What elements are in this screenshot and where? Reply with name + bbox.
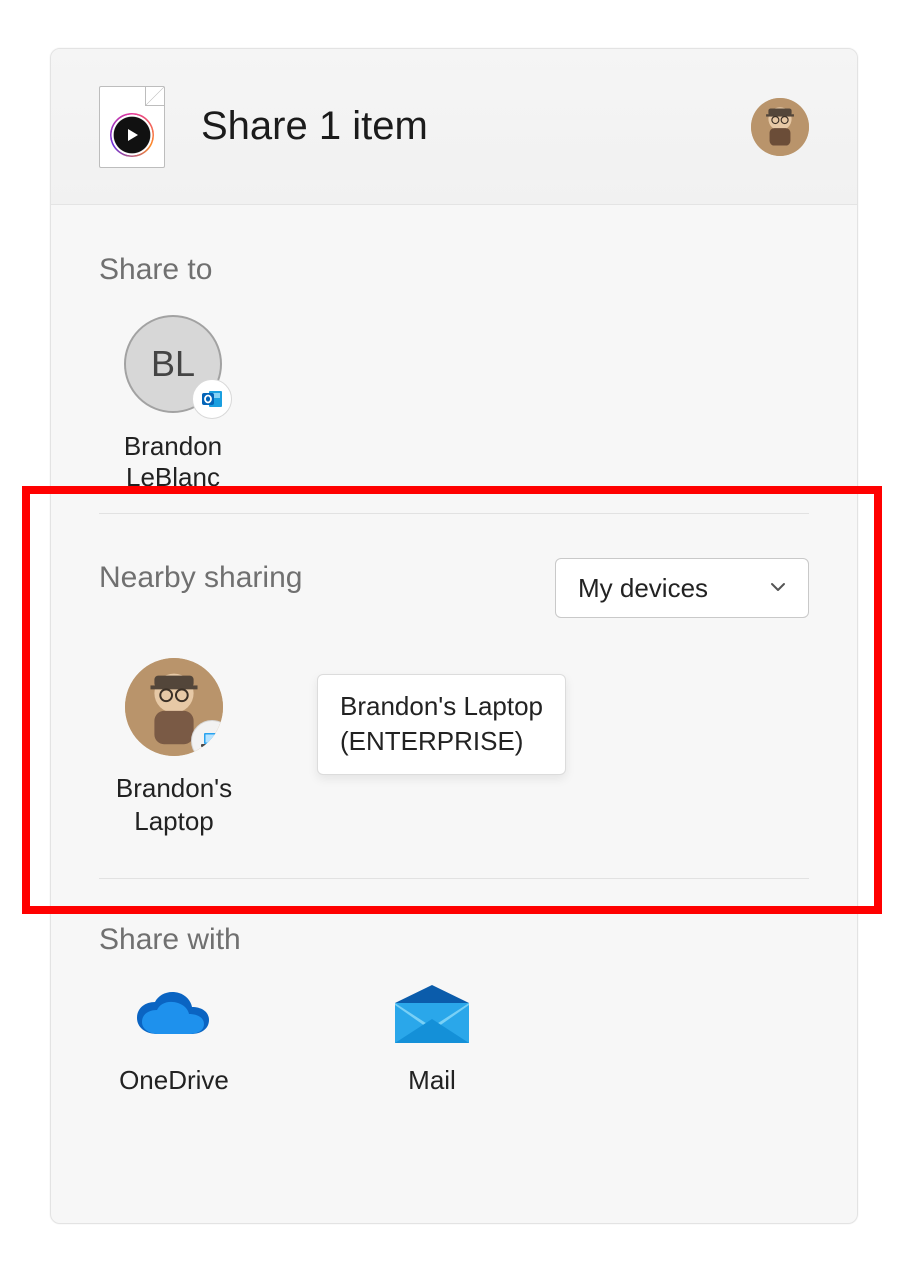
contact-avatar: BL: [124, 315, 222, 413]
play-icon: [110, 113, 154, 157]
share-dialog-header: Share 1 item: [51, 49, 857, 205]
onedrive-icon: [129, 985, 219, 1047]
device-avatar: [125, 658, 223, 756]
share-with-label: Share with: [99, 923, 809, 957]
app-onedrive[interactable]: OneDrive: [109, 985, 239, 1096]
nearby-scope-dropdown[interactable]: My devices: [555, 558, 809, 618]
share-with-section: Share with OneDrive Mail: [99, 879, 809, 1096]
share-dialog: Share 1 item Share to BL Brandon LeBlanc: [50, 48, 858, 1224]
contact-name: Brandon LeBlanc: [99, 431, 247, 493]
outlook-icon: [192, 379, 232, 419]
chevron-down-icon: [768, 573, 788, 604]
mail-icon: [387, 985, 477, 1047]
file-thumbnail: [99, 86, 165, 168]
device-tooltip: Brandon's Laptop (ENTERPRISE): [317, 674, 566, 774]
device-name: Brandon's Laptop: [99, 772, 249, 837]
contact-initials: BL: [151, 343, 195, 385]
dropdown-value: My devices: [578, 573, 708, 604]
contact-brandon-leblanc[interactable]: BL Brandon LeBlanc: [99, 315, 247, 493]
dialog-title: Share 1 item: [201, 104, 428, 149]
nearby-sharing-label: Nearby sharing: [99, 561, 302, 595]
contacts-row: BL Brandon LeBlanc: [99, 315, 809, 493]
share-to-label: Share to: [99, 253, 809, 287]
app-name: OneDrive: [109, 1065, 239, 1096]
app-mail[interactable]: Mail: [367, 985, 497, 1096]
app-name: Mail: [367, 1065, 497, 1096]
device-brandons-laptop[interactable]: Brandon's Laptop: [99, 658, 249, 838]
share-dialog-body: Share to BL Brandon LeBlanc Nearby shari…: [51, 205, 857, 1096]
laptop-icon: [191, 720, 223, 756]
apps-row: OneDrive Mail: [99, 985, 809, 1096]
nearby-sharing-section: Nearby sharing My devices B: [99, 514, 809, 878]
current-user-avatar[interactable]: [751, 98, 809, 156]
